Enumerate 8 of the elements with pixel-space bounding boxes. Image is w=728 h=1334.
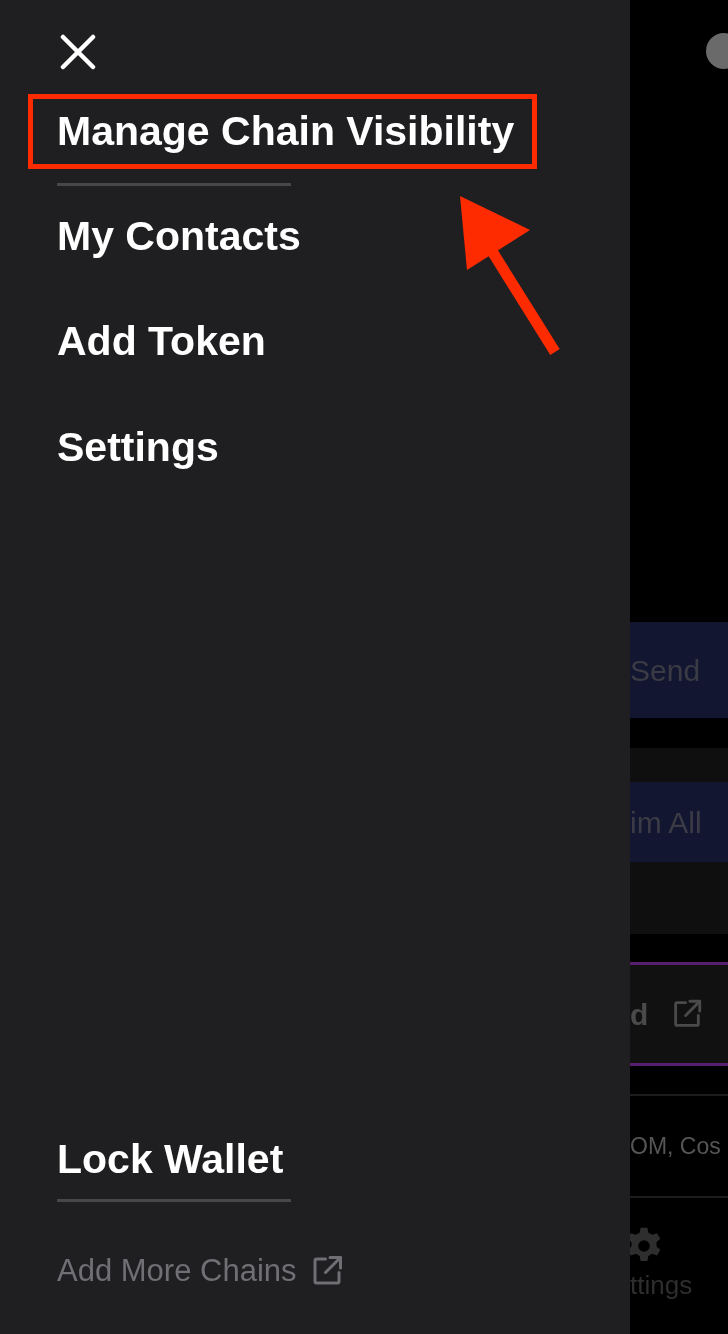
link-text: d: [630, 996, 649, 1033]
menu-item[interactable]: Settings: [57, 422, 219, 472]
lock-wallet-button[interactable]: Lock Wallet: [57, 1135, 284, 1185]
menu-item[interactable]: My Contacts: [57, 212, 301, 262]
menu-item[interactable]: Manage Chain Visibility: [28, 94, 538, 170]
close-icon[interactable]: [60, 34, 96, 70]
network-list-text: OM, Cos: [630, 1094, 728, 1198]
menu-item[interactable]: Add Token: [57, 317, 266, 367]
